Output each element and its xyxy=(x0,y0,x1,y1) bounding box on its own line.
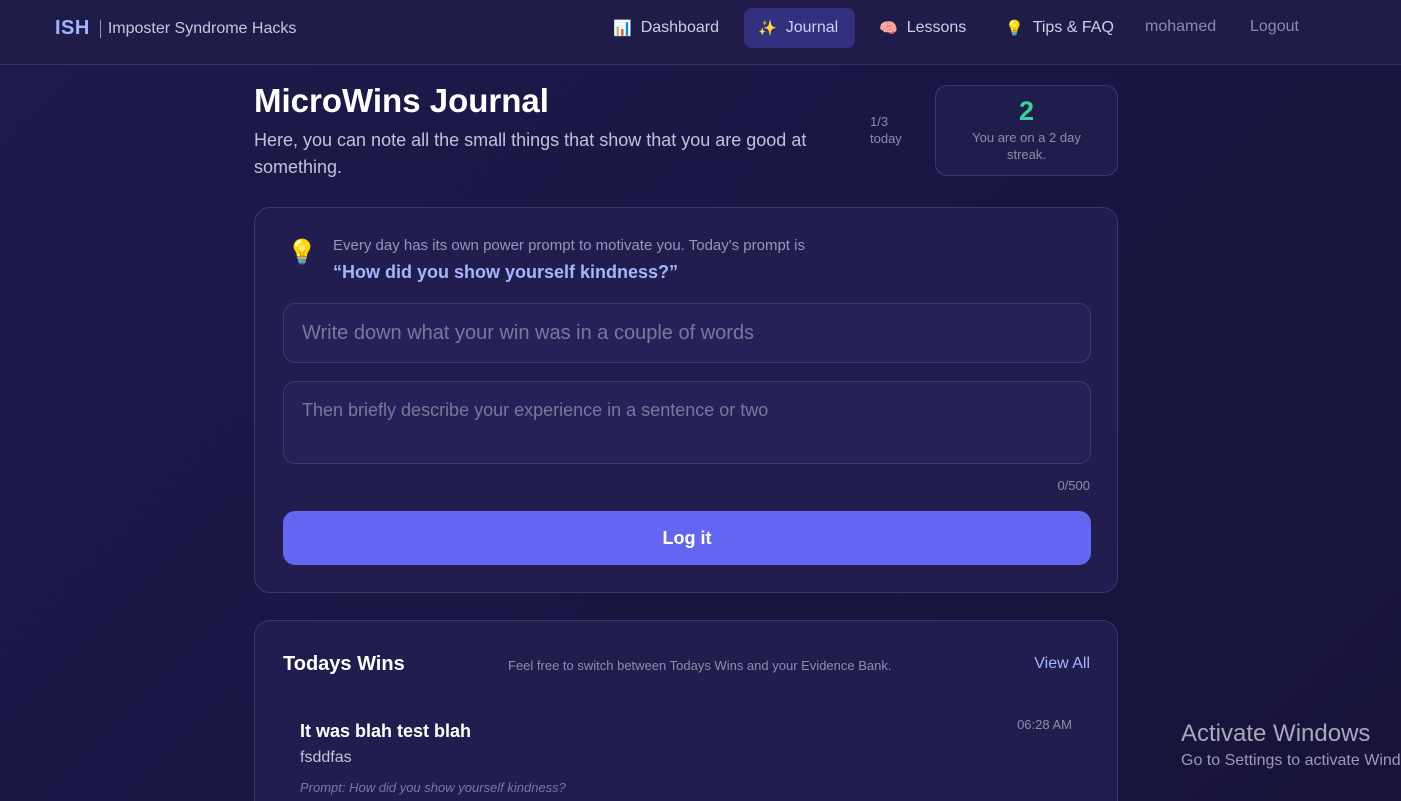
view-all-link[interactable]: View All xyxy=(1034,655,1090,673)
activate-windows-watermark: Activate Windows Go to Settings to activ… xyxy=(1181,720,1401,770)
win-title-input[interactable] xyxy=(283,303,1091,363)
prompt-intro: Every day has its own power prompt to mo… xyxy=(333,237,805,254)
todays-wins-card: Todays Wins Feel free to switch between … xyxy=(254,620,1118,801)
daily-count: 1/3 today xyxy=(870,113,902,147)
activate-windows-title: Activate Windows xyxy=(1181,720,1371,747)
nav-tips-faq[interactable]: 💡 Tips & FAQ xyxy=(991,8,1128,48)
brand-name: Imposter Syndrome Hacks xyxy=(107,19,297,37)
brain-icon: 🧠 xyxy=(879,19,898,37)
win-item-description: fsddfas xyxy=(300,749,352,766)
nav-dashboard-label: Dashboard xyxy=(640,19,719,36)
brand[interactable]: ISH Imposter Syndrome Hacks xyxy=(55,17,296,40)
activate-windows-subtitle: Go to Settings to activate Windows. xyxy=(1181,752,1401,769)
win-item-prompt: Prompt: How did you show yourself kindne… xyxy=(300,780,566,795)
nav-user[interactable]: mohamed xyxy=(1145,18,1216,36)
lightbulb-icon: 💡 xyxy=(287,239,317,266)
nav-journal-label: Journal xyxy=(785,19,839,36)
lightbulb-icon: 💡 xyxy=(1005,19,1024,37)
nav-lessons[interactable]: 🧠 Lessons xyxy=(865,8,980,48)
daily-count-label: today xyxy=(870,131,902,146)
win-description-input[interactable] xyxy=(283,381,1091,464)
nav-journal[interactable]: ✨ Journal xyxy=(744,8,855,48)
todays-wins-hint: Feel free to switch between Todays Wins … xyxy=(508,658,892,673)
nav-tips-faq-label: Tips & FAQ xyxy=(1032,19,1114,36)
win-entry-form: 💡 Every day has its own power prompt to … xyxy=(254,207,1118,593)
brand-logo: ISH xyxy=(55,17,90,39)
nav-dashboard[interactable]: 📊 Dashboard xyxy=(599,8,733,48)
todays-wins-title: Todays Wins xyxy=(283,653,405,675)
logout-button[interactable]: Logout xyxy=(1250,18,1299,36)
nav-lessons-label: Lessons xyxy=(906,19,967,36)
page-subtitle: Here, you can note all the small things … xyxy=(254,130,807,177)
sparkles-icon: ✨ xyxy=(758,19,777,37)
streak-card: 2 You are on a 2 day streak. xyxy=(935,85,1118,176)
streak-text: You are on a 2 day streak. xyxy=(972,130,1081,162)
win-item-title: It was blah test blah xyxy=(300,721,472,741)
navbar: ISH Imposter Syndrome Hacks 📊 Dashboard … xyxy=(0,0,1401,65)
page-title: MicroWins Journal xyxy=(254,82,549,119)
bar-chart-icon: 📊 xyxy=(613,19,632,37)
log-it-button[interactable]: Log it xyxy=(283,511,1091,565)
char-count: 0/500 xyxy=(1057,478,1090,493)
daily-count-fraction: 1/3 xyxy=(870,114,889,129)
daily-prompt: “How did you show yourself kindness?” xyxy=(333,262,679,282)
brand-divider xyxy=(99,19,101,38)
win-item-time: 06:28 AM xyxy=(1017,717,1072,732)
streak-value: 2 xyxy=(1018,96,1035,126)
